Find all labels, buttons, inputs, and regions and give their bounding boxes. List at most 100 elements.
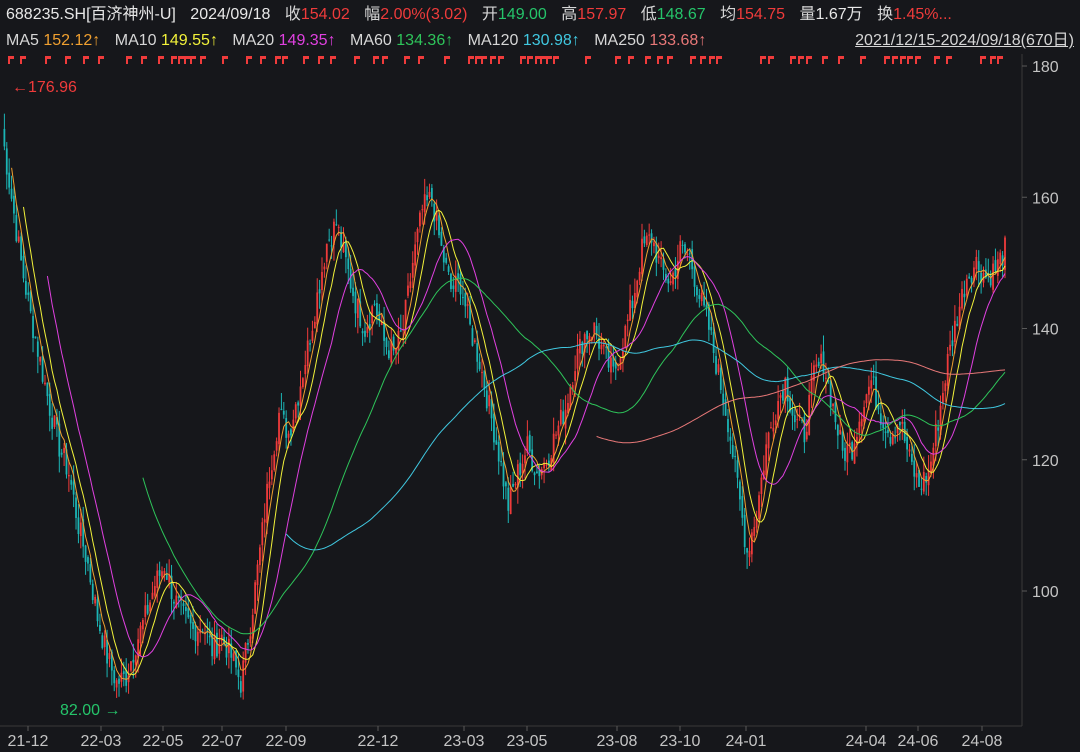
x-tick-label: 24-06	[898, 733, 939, 750]
event-marker-flag	[762, 56, 766, 59]
candle-body	[502, 462, 505, 487]
moving-average-row: MA5 152.12↑ MA10 149.55↑ MA20 149.35↑ MA…	[6, 28, 1080, 54]
candle-body	[242, 660, 245, 692]
candle-body	[414, 244, 417, 266]
date-range-link[interactable]: 2021/12/15-2024/09/18(670日)	[855, 28, 1074, 54]
candle-body	[316, 292, 319, 325]
candle-body	[485, 390, 488, 409]
candle-body	[557, 425, 560, 436]
candle-body	[915, 473, 918, 478]
event-marker-flag	[186, 56, 190, 59]
event-marker-flag	[262, 56, 266, 59]
event-marker-flag	[548, 56, 552, 59]
x-tick-label: 24-01	[726, 733, 767, 750]
stock-code[interactable]: 688235.SH[百济神州-U]	[6, 2, 176, 28]
candle-body	[949, 344, 951, 351]
event-marker	[98, 56, 100, 64]
ma20-line	[46, 238, 1006, 658]
kline-chart-svg[interactable]: 180 160 140 120 100 21-12 22-03 22-05 22-07 22-09…	[0, 54, 1080, 752]
candle-body	[161, 571, 163, 578]
candle-body	[196, 631, 199, 646]
kline-chart[interactable]: 180 160 140 120 100 21-12 22-03 22-05 22-07 22-09…	[0, 54, 1080, 752]
candle-body	[920, 488, 923, 490]
candle-body	[700, 292, 703, 302]
candle-body	[741, 496, 744, 518]
candle-body	[1004, 237, 1006, 270]
event-marker-flag	[909, 56, 913, 59]
event-marker	[768, 56, 770, 64]
candle-body	[899, 421, 901, 426]
ma20-label: MA20	[232, 32, 275, 49]
candle-body	[999, 252, 1002, 264]
event-marker	[553, 56, 555, 64]
candle-body	[942, 392, 944, 404]
event-marker	[318, 56, 320, 64]
candle-body	[545, 464, 548, 466]
close-value: 154.02	[300, 6, 350, 23]
candle-body	[951, 340, 954, 347]
candle-body	[734, 455, 737, 458]
candle-body	[132, 659, 135, 663]
candle-body	[913, 460, 916, 477]
candle-body	[32, 316, 34, 338]
candle-body	[844, 447, 846, 461]
event-marker	[404, 56, 406, 64]
event-marker	[373, 56, 375, 64]
event-marker	[126, 56, 128, 64]
candle-body	[724, 399, 727, 416]
candle-body	[736, 460, 739, 478]
candle-body	[89, 564, 92, 583]
candle-body	[44, 382, 46, 385]
candle-body	[41, 356, 44, 382]
candle-body	[239, 681, 242, 693]
event-marker-flag	[936, 56, 940, 59]
candle-body	[669, 281, 672, 284]
event-marker-flag	[659, 56, 663, 59]
quote-info-row: 688235.SH[百济神州-U] 2024/09/18 收154.02 幅2.…	[6, 2, 1080, 28]
ma5-line	[11, 167, 1006, 680]
candle-body	[108, 653, 111, 660]
candle-body	[297, 402, 300, 406]
event-marker-flag	[711, 56, 715, 59]
event-marker-flag	[982, 56, 986, 59]
candle-body	[53, 415, 56, 427]
candle-body	[519, 462, 522, 475]
candle-body	[872, 376, 875, 378]
candle-body	[512, 483, 514, 487]
candle-body	[839, 429, 842, 435]
candle-body	[302, 378, 304, 388]
candle-body	[75, 497, 77, 519]
candle-body	[409, 281, 412, 289]
candle-body	[750, 532, 753, 555]
candle-body	[753, 527, 756, 536]
candle-body	[698, 295, 701, 299]
event-marker-flag	[128, 56, 132, 59]
event-marker	[884, 56, 886, 64]
ma10-value: 149.55↑	[161, 32, 218, 49]
event-marker-flag	[692, 56, 696, 59]
event-marker-flag	[100, 56, 104, 59]
candle-body	[304, 365, 307, 375]
candle-body	[672, 272, 674, 285]
candle-body	[760, 477, 763, 494]
candle-body	[693, 266, 696, 287]
candle-body	[208, 635, 211, 638]
ma250-item: MA250 133.68↑	[594, 28, 706, 54]
candle-body	[729, 436, 732, 441]
candle-body	[536, 471, 538, 474]
event-marker	[806, 56, 808, 64]
candle-body	[748, 550, 751, 558]
y-tick-label: 100	[1032, 584, 1059, 601]
candle-body	[667, 278, 670, 284]
candle-body	[60, 452, 63, 455]
candle-body	[416, 229, 419, 243]
candle-body	[311, 330, 314, 341]
candle-body	[576, 348, 579, 369]
ma250-label: MA250	[594, 32, 645, 49]
ma10-item: MA10 149.55↑	[115, 28, 218, 54]
event-marker	[83, 56, 85, 64]
candle-body	[610, 357, 612, 373]
event-marker	[907, 56, 909, 64]
candle-body	[20, 236, 23, 261]
candle-body	[232, 653, 235, 661]
